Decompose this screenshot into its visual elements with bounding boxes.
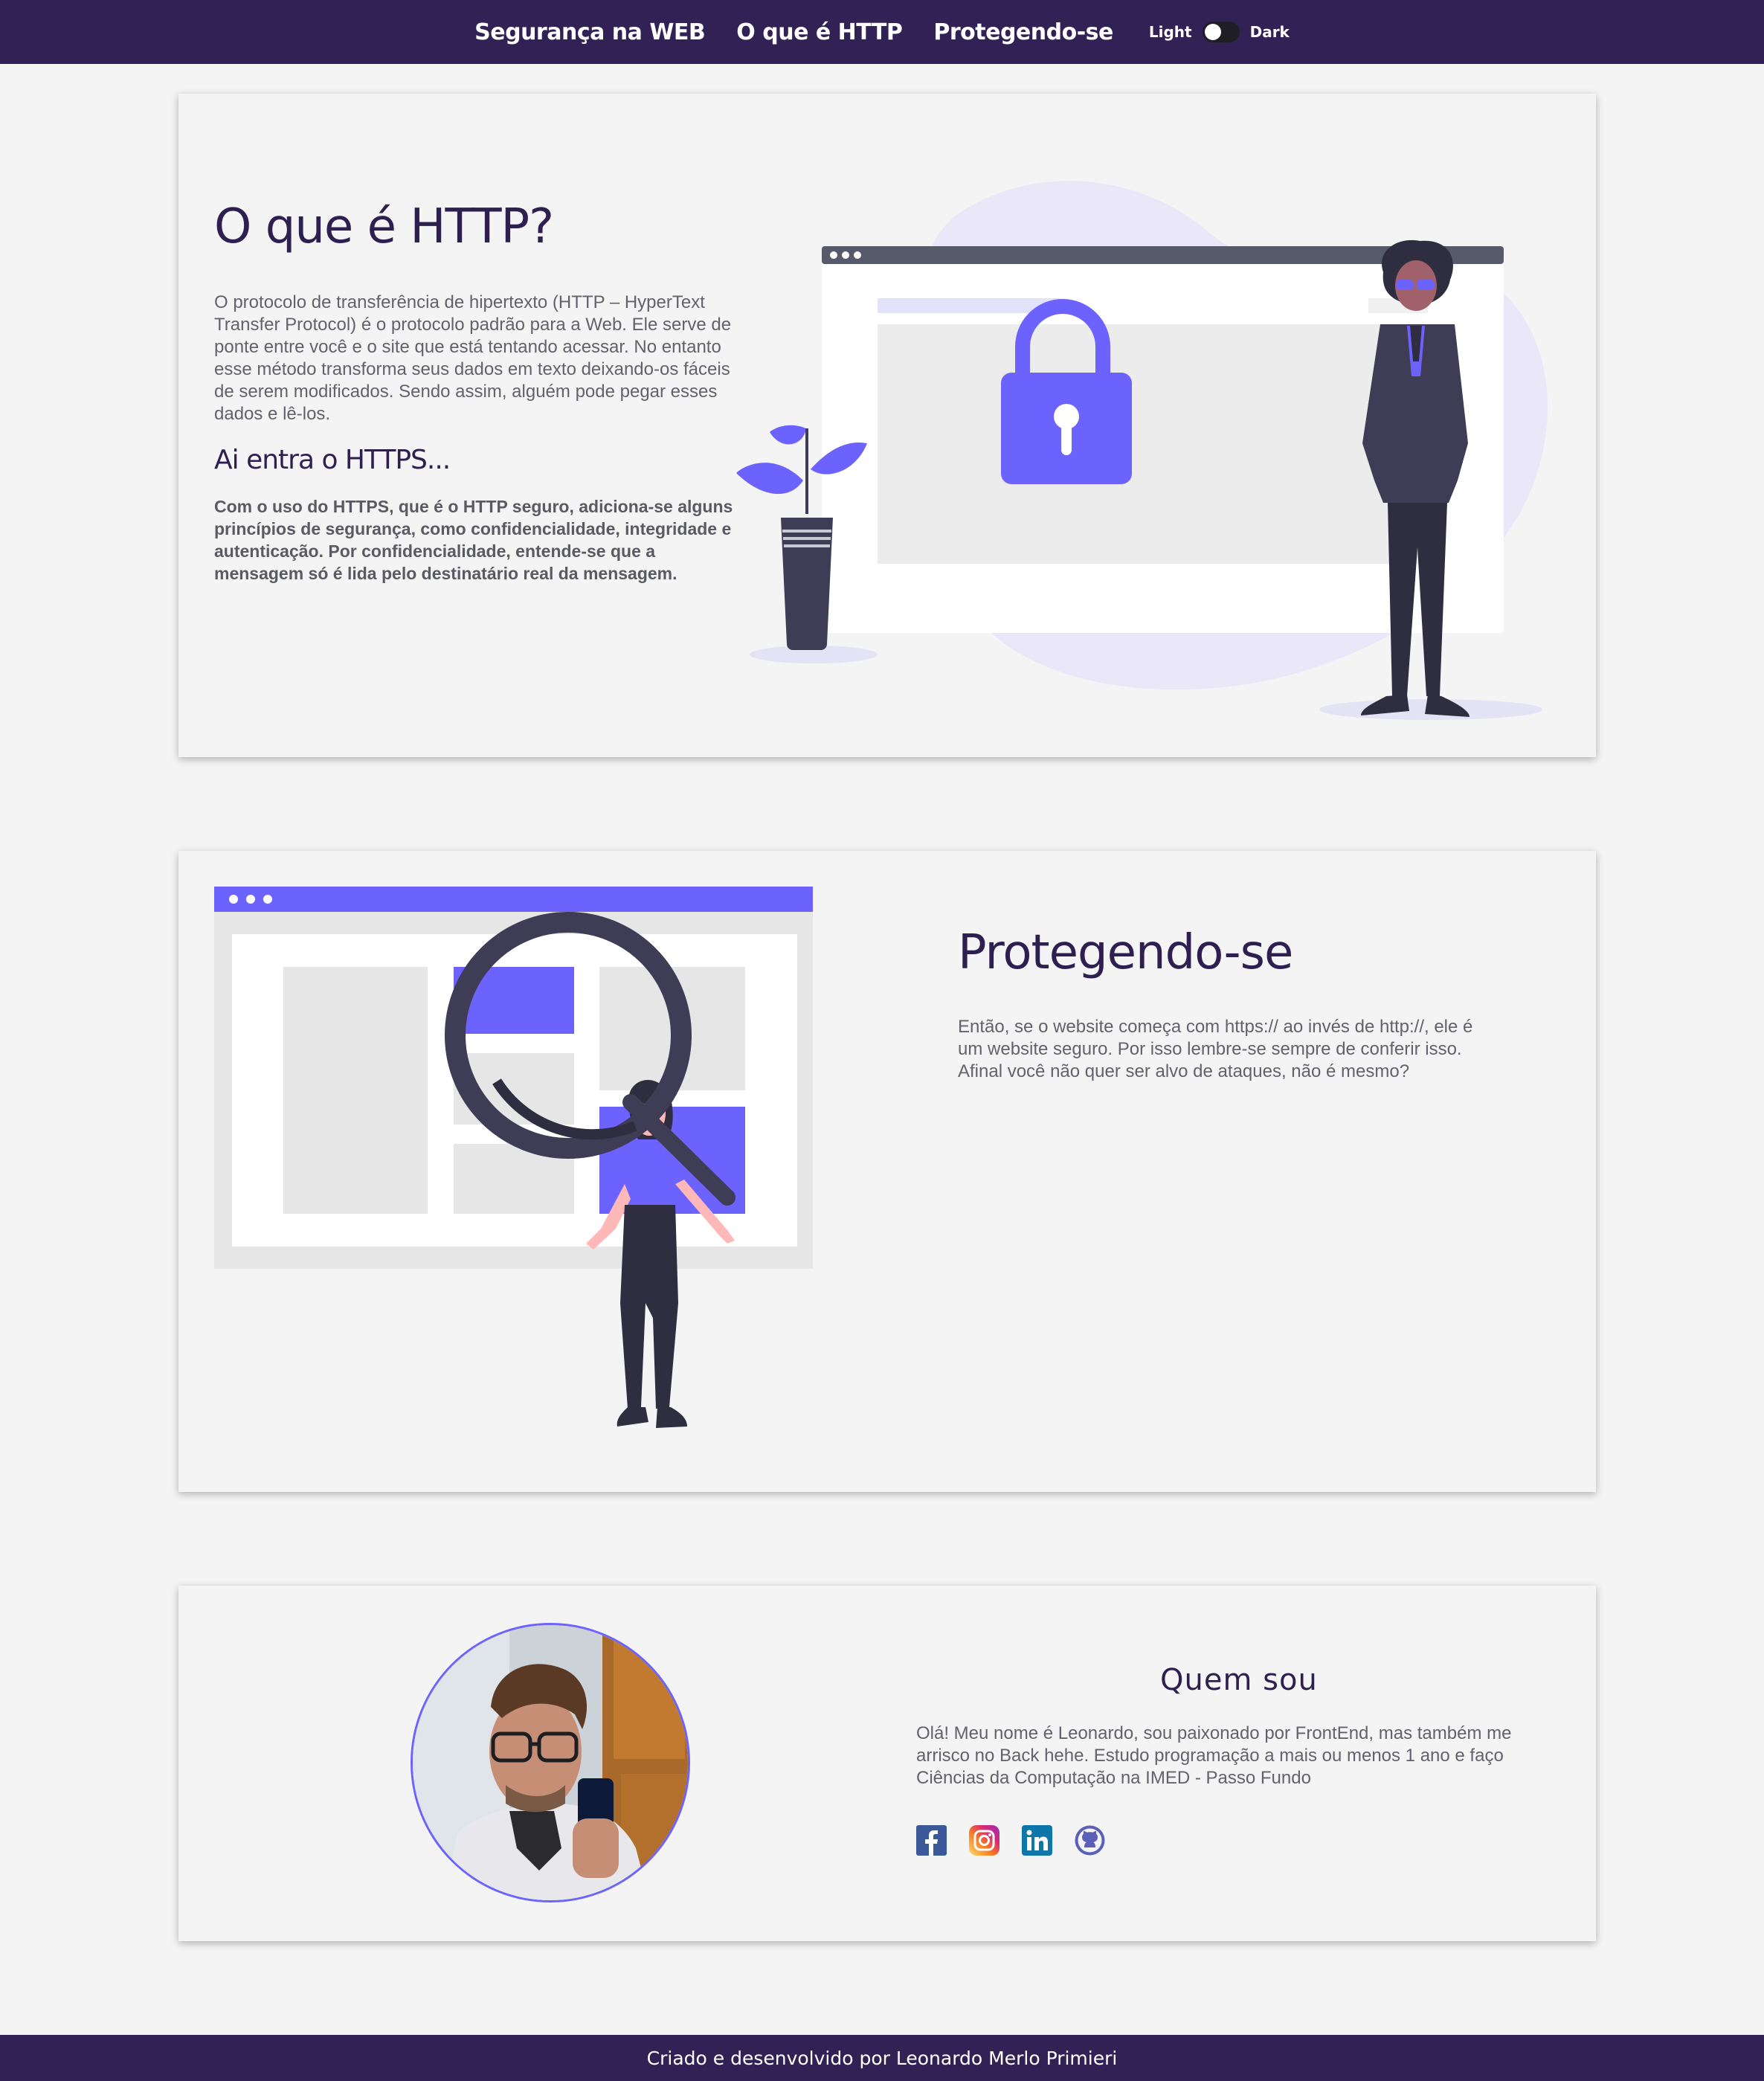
http-title: O que é HTTP?: [214, 199, 554, 254]
linkedin-icon[interactable]: [1022, 1825, 1052, 1856]
protect-title: Protegendo-se: [958, 925, 1293, 980]
toggle-dark-label: Dark: [1249, 23, 1290, 41]
footer: Criado e desenvolvido por Leonardo Merlo…: [0, 2035, 1764, 2081]
nav-link-protegendo[interactable]: Protegendo-se: [933, 19, 1113, 45]
avatar: [411, 1623, 690, 1903]
security-illustration: [736, 181, 1548, 720]
theme-switch[interactable]: [1202, 22, 1240, 42]
social-links: [916, 1825, 1105, 1856]
footer-text: Criado e desenvolvido por Leonardo Merlo…: [646, 2047, 1118, 2069]
facebook-icon[interactable]: [916, 1825, 947, 1856]
https-subtitle: Ai entra o HTTPS...: [214, 445, 451, 475]
nav-link-seguranca[interactable]: Segurança na WEB: [474, 19, 706, 45]
navbar: Segurança na WEB O que é HTTP Protegendo…: [0, 0, 1764, 64]
https-paragraph: Com o uso do HTTPS, que é o HTTP seguro,…: [214, 497, 733, 583]
github-icon[interactable]: [1075, 1825, 1105, 1856]
about-title: Quem sou: [1160, 1663, 1318, 1697]
toggle-light-label: Light: [1148, 23, 1192, 41]
instagram-icon[interactable]: [969, 1825, 1000, 1856]
about-card: Quem sou Olá! Meu nome é Leonardo, sou p…: [178, 1586, 1596, 1941]
avatar-photo: [413, 1625, 688, 1900]
http-paragraph: O protocolo de transferência de hipertex…: [214, 292, 732, 424]
protect-card: Protegendo-se Então, se o website começa…: [178, 851, 1596, 1492]
theme-toggle: Light Dark: [1149, 22, 1290, 42]
nav-link-http[interactable]: O que é HTTP: [736, 19, 903, 45]
search-illustration: [214, 887, 813, 1428]
switch-knob: [1204, 24, 1221, 40]
http-card: O que é HTTP? O protocolo de transferênc…: [178, 94, 1596, 757]
about-paragraph: Olá! Meu nome é Leonardo, sou paixonado …: [916, 1723, 1512, 1788]
protect-paragraph: Então, se o website começa com https:// …: [958, 1017, 1473, 1081]
